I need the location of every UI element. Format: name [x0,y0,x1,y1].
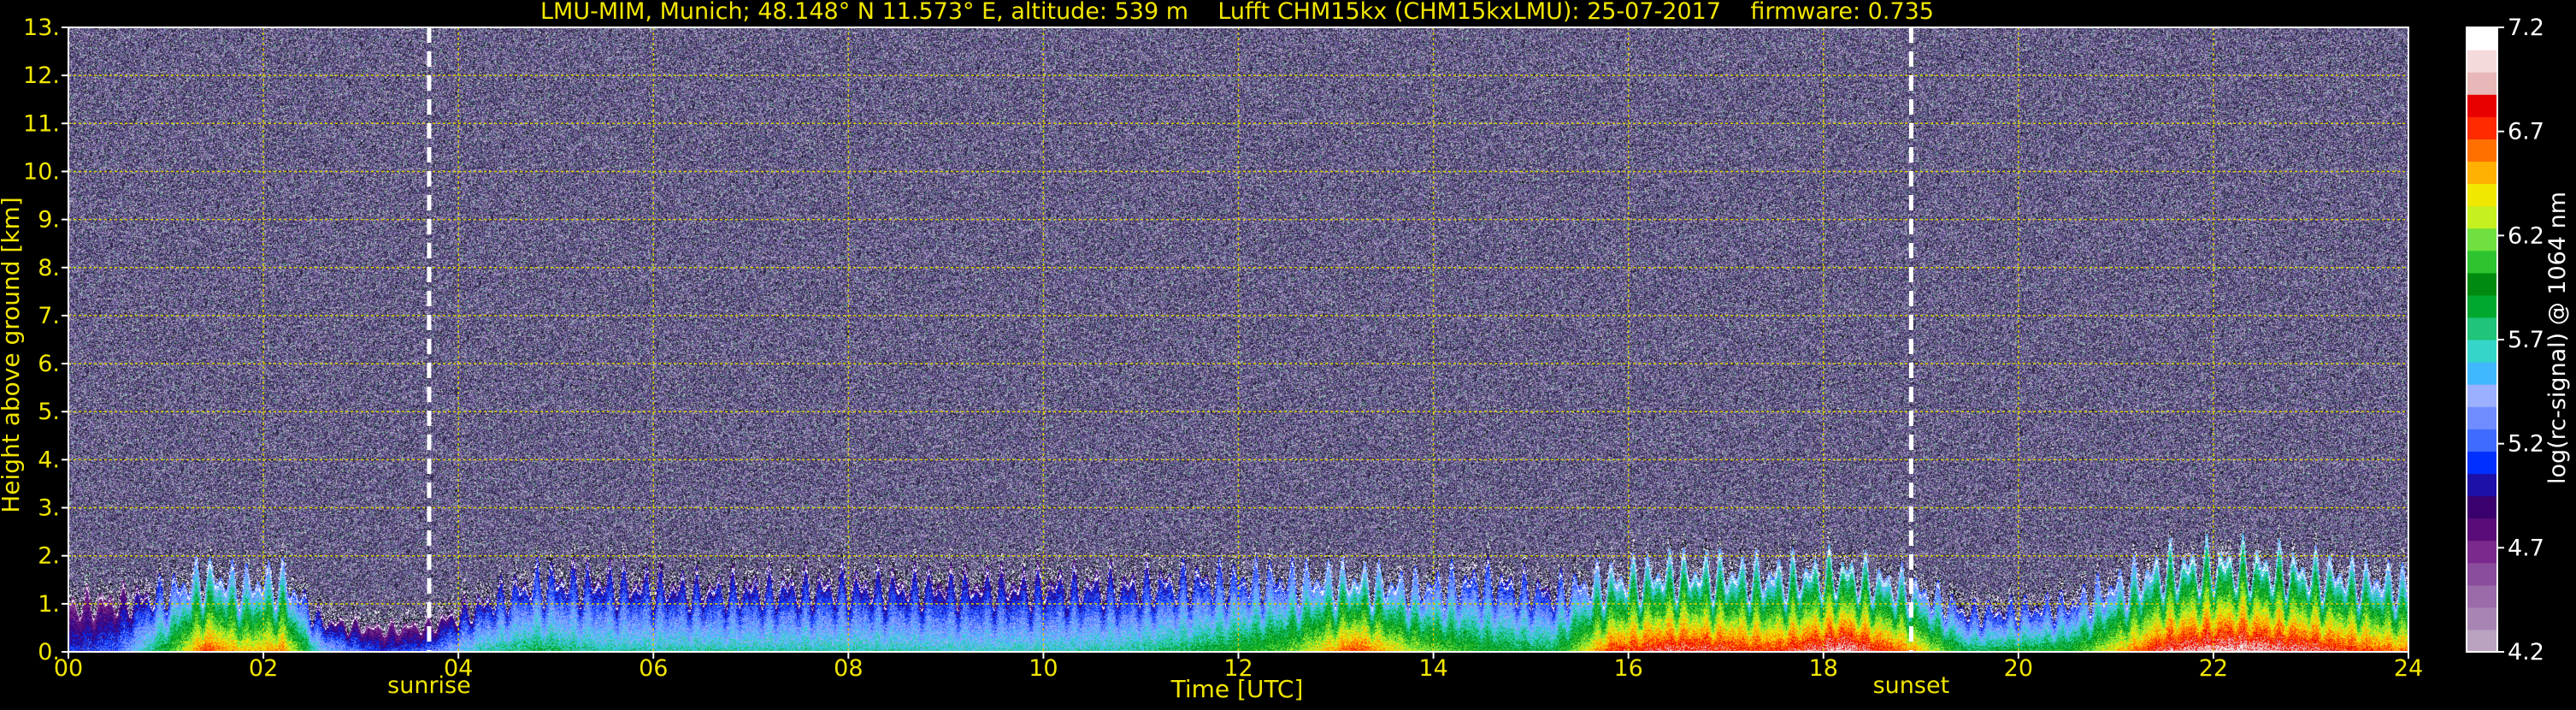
colorbar-segment [2467,362,2497,385]
colorbar-segment [2467,205,2497,229]
x-tick-label: 20 [2004,655,2033,682]
ceilometer-figure: LMU-MIM, Munich; 48.148° N 11.573° E, al… [0,0,2576,707]
colorbar-tick-label: 5.7 [2508,327,2544,353]
colorbar-segment [2467,272,2497,296]
y-tick-label: 11. [23,110,60,137]
y-tick-label: 2. [38,543,60,570]
colorbar-segment [2467,384,2497,407]
colorbar-tick-label: 5.2 [2508,431,2544,458]
y-tick-label: 10. [23,158,60,185]
colorbar-segment [2467,294,2497,318]
x-tick-label: 14 [1418,655,1447,682]
colorbar-segment [2467,139,2497,163]
y-tick-label: 4. [38,447,60,473]
x-tick-label: 10 [1029,655,1058,682]
colorbar-segment [2467,473,2497,497]
y-tick-label: 0. [38,639,60,666]
colorbar-segment [2467,50,2497,73]
colorbar-segment [2467,451,2497,475]
colorbar-segment [2467,518,2497,541]
y-tick-label: 8. [38,255,60,281]
y-tick-label: 13. [23,15,60,41]
colorbar-segment [2467,406,2497,429]
colorbar-segment [2467,429,2497,452]
colorbar-segment [2467,629,2497,653]
colorbar-tick-label: 6.2 [2508,222,2544,249]
y-tick-label: 5. [38,399,60,425]
y-axis-label: Height above ground [km] [0,197,25,513]
colorbar-segment [2467,584,2497,608]
colorbar-label: log(rc-signal) @ 1064 nm [2544,192,2571,484]
y-tick-label: 6. [38,351,60,377]
x-tick-label: 02 [249,655,278,682]
colorbar-segment [2467,340,2497,363]
x-tick-label: 08 [834,655,863,682]
colorbar-segment [2467,183,2497,207]
x-tick-label: 18 [1809,655,1838,682]
y-tick-label: 1. [38,591,60,618]
chart-title: LMU-MIM, Munich; 48.148° N 11.573° E, al… [540,0,1934,25]
y-tick-label: 9. [38,207,60,234]
colorbar-segment [2467,540,2497,564]
colorbar-tick-label: 4.7 [2508,535,2544,561]
colorbar-tick-label: 4.2 [2508,639,2544,666]
colorbar-segment [2467,606,2497,630]
colorbar-tick-label: 6.7 [2508,119,2544,145]
sunset-label: sunset [1873,672,1950,699]
y-tick-label: 12. [23,62,60,89]
colorbar-tick-label: 7.2 [2508,15,2544,41]
colorbar-segment [2467,317,2497,340]
x-tick-label: 04 [444,655,473,682]
colorbar-segment [2467,72,2497,95]
colorbar-segment [2467,161,2497,185]
plot-area [68,27,2408,652]
x-tick-label: 24 [2394,655,2423,682]
colorbar-segment [2467,562,2497,586]
y-tick-label: 3. [38,495,60,522]
colorbar-segment [2467,27,2497,50]
colorbar-segment [2467,250,2497,274]
y-tick-label: 7. [38,303,60,329]
colorbar-segment [2467,228,2497,251]
ceilometer-chart: LMU-MIM, Munich; 48.148° N 11.573° E, al… [0,0,2576,707]
x-axis-label: Time [UTC] [1170,675,1304,703]
x-tick-label: 16 [1613,655,1642,682]
x-tick-label: 06 [639,655,668,682]
colorbar-segment [2467,116,2497,139]
x-tick-label: 22 [2199,655,2228,682]
colorbar-segment [2467,495,2497,519]
colorbar-segment [2467,94,2497,117]
